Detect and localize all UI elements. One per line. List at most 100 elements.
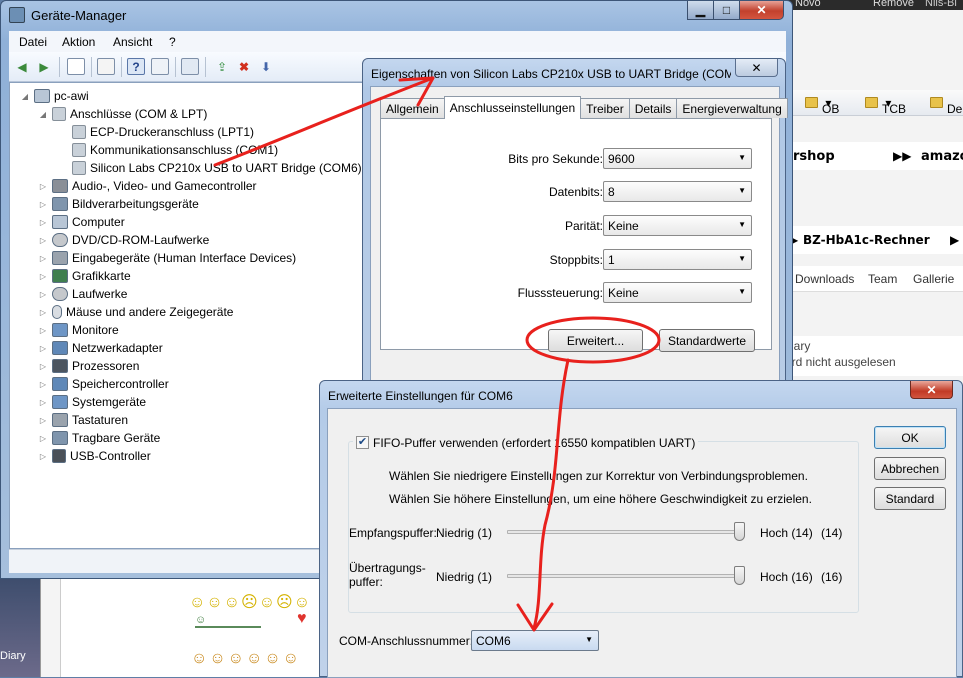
parity-select[interactable]: Keine ▼ bbox=[603, 215, 752, 236]
tree-item[interactable]: ▷ Speichercontroller bbox=[38, 375, 169, 393]
receive-slider-thumb[interactable] bbox=[734, 522, 745, 541]
expanded-icon[interactable]: ◢ bbox=[38, 110, 48, 119]
defaults-button[interactable]: Standardwerte bbox=[659, 329, 755, 352]
tree-item[interactable]: ▷ Bildverarbeitungsgeräte bbox=[38, 195, 199, 213]
update-driver-icon[interactable]: ⇪ bbox=[213, 58, 231, 75]
nav-gallerie[interactable]: Gallerie bbox=[913, 272, 954, 286]
default-button[interactable]: Standard bbox=[874, 487, 946, 510]
receive-slider-track[interactable] bbox=[507, 530, 745, 534]
menu-datei[interactable]: Datei bbox=[19, 35, 47, 49]
tree-item[interactable]: ▷ Prozessoren bbox=[38, 357, 139, 375]
tree-item[interactable]: Kommunikationsanschluss (COM1) bbox=[58, 141, 278, 159]
banner-shop[interactable]: rshop ▶▶ amazo bbox=[785, 142, 963, 170]
minimize-button[interactable]: ▁ bbox=[687, 1, 714, 20]
properties-icon[interactable] bbox=[97, 58, 115, 75]
tree-item[interactable]: ECP-Druckeranschluss (LPT1) bbox=[58, 123, 254, 141]
transmit-low-label: Niedrig (1) bbox=[436, 570, 493, 584]
expand-icon[interactable]: ▷ bbox=[38, 326, 48, 335]
close-button[interactable]: ✕ bbox=[739, 1, 784, 20]
tree-item[interactable]: ◢ Anschlüsse (COM & LPT) bbox=[38, 105, 207, 123]
tree-item[interactable]: ▷ USB-Controller bbox=[38, 447, 151, 465]
tree-item[interactable]: ◢ pc-awi bbox=[20, 87, 89, 105]
flow-control-select[interactable]: Keine ▼ bbox=[603, 282, 752, 303]
smiley-icons[interactable]: ☺☺☺☹☺☹☺ bbox=[189, 592, 311, 612]
bookmark-de[interactable]: De bbox=[930, 96, 962, 116]
menu-ansicht[interactable]: Ansicht bbox=[113, 35, 152, 49]
expand-icon[interactable]: ▷ bbox=[38, 254, 48, 263]
tree-item[interactable]: ▷ Tragbare Geräte bbox=[38, 429, 160, 447]
close-button[interactable]: ✕ bbox=[910, 381, 953, 399]
cancel-button[interactable]: Abbrechen bbox=[874, 457, 946, 480]
tree-item[interactable]: ▷ Mäuse und andere Zeigegeräte bbox=[38, 303, 233, 321]
expand-icon[interactable]: ▷ bbox=[38, 308, 48, 317]
ok-button[interactable]: OK bbox=[874, 426, 946, 449]
tree-item[interactable]: ▷ Laufwerke bbox=[38, 285, 127, 303]
tree-item[interactable]: ▷ Systemgeräte bbox=[38, 393, 146, 411]
tab-anschlusseinstellungen[interactable]: Anschlusseinstellungen bbox=[443, 96, 582, 119]
tree-item[interactable]: ▷ Monitore bbox=[38, 321, 119, 339]
heart-icon[interactable]: ♥ bbox=[297, 610, 307, 628]
nav-downloads[interactable]: Downloads bbox=[795, 272, 854, 286]
tab-details[interactable]: Details bbox=[628, 98, 678, 118]
maximize-button[interactable]: □ bbox=[713, 1, 740, 20]
tab-energieverwaltung[interactable]: Energieverwaltung bbox=[676, 98, 788, 118]
uninstall-icon[interactable]: ✖ bbox=[235, 58, 253, 75]
fifo-checkbox[interactable]: ✔ bbox=[356, 436, 369, 449]
expand-icon[interactable]: ▷ bbox=[38, 398, 48, 407]
close-button[interactable]: ✕ bbox=[735, 59, 778, 77]
tab-treiber[interactable]: Treiber bbox=[580, 98, 630, 118]
tree-item[interactable]: ▷ Computer bbox=[38, 213, 125, 231]
list-line: iary bbox=[791, 339, 811, 353]
tree-item[interactable]: ▷ Tastaturen bbox=[38, 411, 128, 429]
tree-item[interactable]: ▷ Audio-, Video- und Gamecontroller bbox=[38, 177, 257, 195]
expand-icon[interactable]: ▷ bbox=[38, 380, 48, 389]
com-port-select[interactable]: COM6 ▼ bbox=[471, 630, 599, 651]
advanced-button[interactable]: Erweitert... bbox=[548, 329, 643, 352]
transmit-slider-track[interactable] bbox=[507, 574, 745, 578]
expand-icon[interactable]: ▷ bbox=[38, 362, 48, 371]
help-icon[interactable]: ? bbox=[127, 58, 145, 75]
expand-icon[interactable]: ▷ bbox=[38, 434, 48, 443]
back-icon[interactable]: ◀ bbox=[13, 58, 31, 75]
view-icon[interactable] bbox=[67, 58, 85, 75]
scan-hardware-icon[interactable] bbox=[181, 58, 199, 75]
menu-help[interactable]: ? bbox=[169, 35, 176, 49]
tree-item[interactable]: ▷ Grafikkarte bbox=[38, 267, 131, 285]
list-icon[interactable] bbox=[151, 58, 169, 75]
data-bits-select[interactable]: 8 ▼ bbox=[603, 181, 752, 202]
menu-aktion[interactable]: Aktion bbox=[62, 35, 95, 49]
system-icon bbox=[52, 395, 68, 409]
tree-item[interactable]: ▷ Eingabegeräte (Human Interface Devices) bbox=[38, 249, 296, 267]
tree-item-label: Laufwerke bbox=[72, 287, 128, 301]
expand-icon[interactable]: ▷ bbox=[38, 416, 48, 425]
expand-icon[interactable]: ▷ bbox=[38, 218, 48, 227]
bookmark-tcb[interactable]: TCB ▾ bbox=[865, 96, 906, 116]
browser-top-strip: Novo Remove Nils-Bi bbox=[785, 0, 963, 10]
expand-icon[interactable]: ▷ bbox=[38, 344, 48, 353]
smiley-sign-icon[interactable]: ☺ bbox=[195, 614, 261, 628]
bookmark-ob[interactable]: OB ▾ bbox=[805, 96, 839, 116]
tree-item[interactable]: ▷ Netzwerkadapter bbox=[38, 339, 163, 357]
expand-icon[interactable]: ▷ bbox=[38, 272, 48, 281]
disable-icon[interactable]: ⬇ bbox=[257, 58, 275, 75]
expanded-icon[interactable]: ◢ bbox=[20, 92, 30, 101]
banner-bz[interactable]: ▶ BZ-HbA1c-Rechner ▶ bbox=[785, 226, 963, 254]
fifo-checkbox-row[interactable]: ✔ FIFO-Puffer verwenden (erfordert 16550… bbox=[353, 434, 699, 451]
chevron-down-icon: ▼ bbox=[585, 635, 593, 644]
smiley-icons-row2[interactable]: ☺☺☺☺☺☺ bbox=[191, 650, 301, 668]
tree-item[interactable]: ▷ DVD/CD-ROM-Laufwerke bbox=[38, 231, 209, 249]
forward-icon[interactable]: ▶ bbox=[35, 58, 53, 75]
stop-bits-select[interactable]: 1 ▼ bbox=[603, 249, 752, 270]
expand-icon[interactable]: ▷ bbox=[38, 452, 48, 461]
expand-icon[interactable]: ▷ bbox=[38, 182, 48, 191]
expand-icon[interactable]: ▷ bbox=[38, 236, 48, 245]
transmit-slider-thumb[interactable] bbox=[734, 566, 745, 585]
tree-item-label: Tragbare Geräte bbox=[72, 431, 161, 445]
storage-icon bbox=[52, 377, 68, 391]
tab-allgemein[interactable]: Allgemein bbox=[380, 98, 445, 118]
expand-icon[interactable]: ▷ bbox=[38, 200, 48, 209]
expand-icon[interactable]: ▷ bbox=[38, 290, 48, 299]
tree-item[interactable]: Silicon Labs CP210x USB to UART Bridge (… bbox=[58, 159, 362, 177]
nav-team[interactable]: Team bbox=[868, 272, 897, 286]
baud-rate-select[interactable]: 9600 ▼ bbox=[603, 148, 752, 169]
